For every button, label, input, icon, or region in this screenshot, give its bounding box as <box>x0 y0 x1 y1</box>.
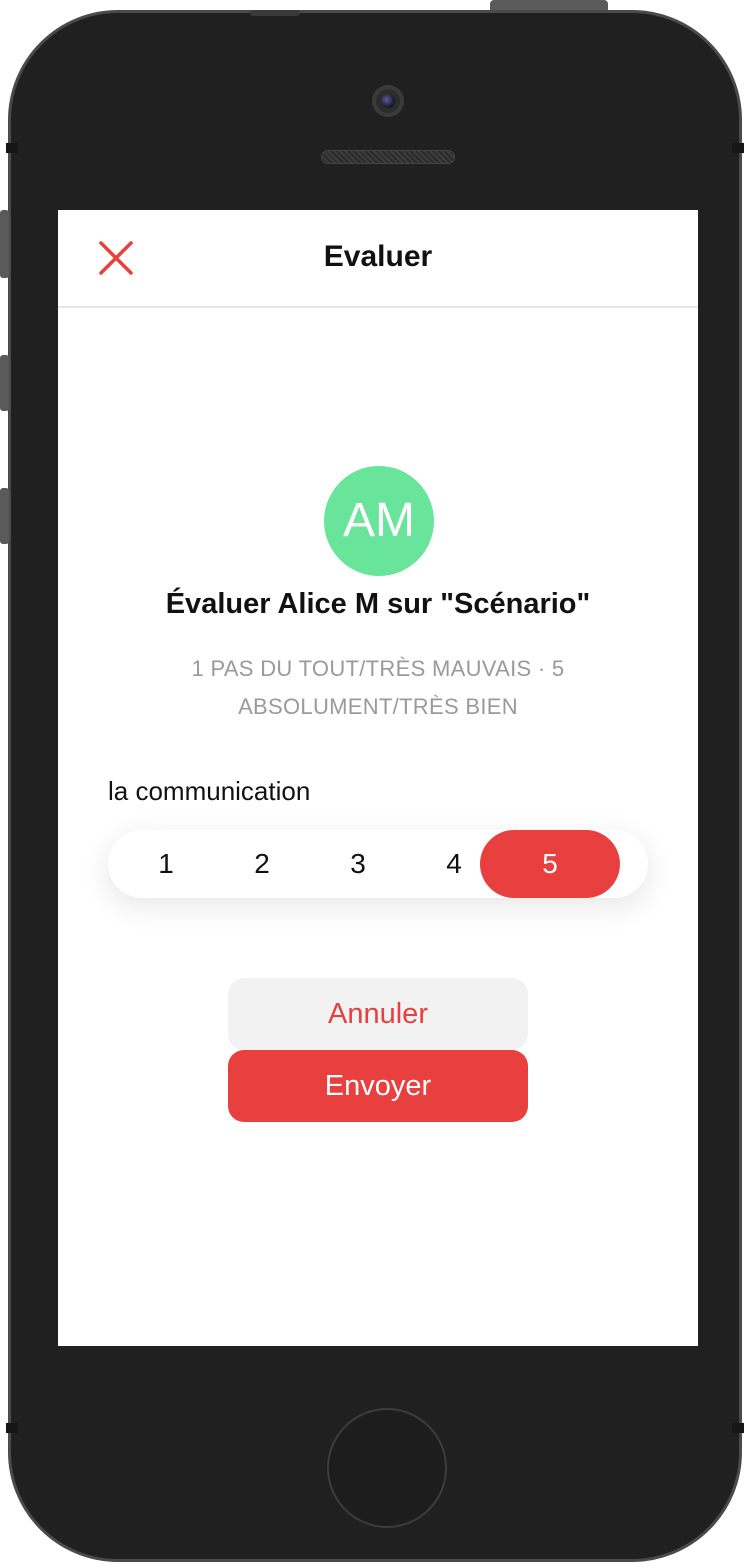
home-button[interactable] <box>327 1408 447 1528</box>
criterion-label: la communication <box>108 776 311 806</box>
app-screen: Evaluer AM Évaluer Alice M sur "Scénario… <box>58 210 698 1346</box>
scale-hint-line: 1 PAS DU TOUT/TRÈS MAUVAIS · 5 <box>191 656 565 681</box>
front-camera <box>372 85 404 117</box>
volume-up-button <box>0 355 9 411</box>
evaluation-title: Évaluer Alice M sur "Scénario" <box>165 588 591 620</box>
volume-down-button <box>0 488 9 544</box>
power-button <box>490 0 608 10</box>
send-button[interactable]: Envoyer <box>228 1050 528 1122</box>
phone-top-edge <box>250 10 300 16</box>
page-title: Evaluer <box>323 240 433 273</box>
antenna-band <box>732 1423 744 1433</box>
antenna-band <box>6 1423 18 1433</box>
rating-selector: 1 2 3 4 5 <box>108 830 648 898</box>
earpiece-speaker <box>321 150 455 164</box>
cancel-button[interactable]: Annuler <box>228 978 528 1050</box>
scale-hint: 1 PAS DU TOUT/TRÈS MAUVAIS · 5 ABSOLUMEN… <box>158 650 598 726</box>
rating-option-5[interactable]: 5 <box>480 830 620 898</box>
scale-hint-line: ABSOLUMENT/TRÈS BIEN <box>238 694 518 719</box>
avatar: AM <box>324 466 434 576</box>
antenna-band <box>732 143 744 153</box>
antenna-band <box>6 143 18 153</box>
mute-switch <box>0 210 9 278</box>
header-bar: Evaluer <box>58 210 698 308</box>
